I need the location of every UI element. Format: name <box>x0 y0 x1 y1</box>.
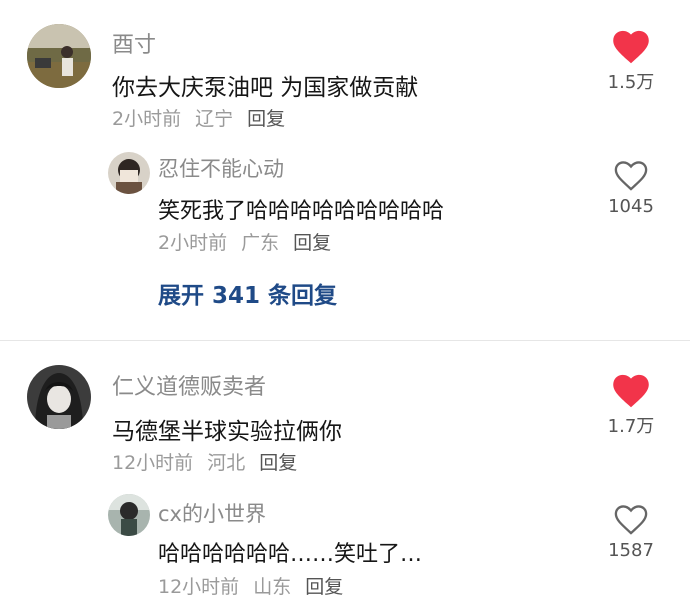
reply-button[interactable]: 回复 <box>293 232 331 254</box>
comment-username[interactable]: 仁义道德贩卖者 <box>112 369 266 401</box>
like-button[interactable]: 1045 <box>586 160 676 217</box>
comment-username[interactable]: 酉寸 <box>112 27 156 59</box>
reply-button[interactable]: 回复 <box>259 452 297 474</box>
reply-button[interactable]: 回复 <box>247 108 285 130</box>
comment-item: 酉寸 你去大庆泵油吧 为国家做贡献 2小时前 辽宁 回复 1.5万 <box>0 0 690 140</box>
comment-location: 辽宁 <box>195 108 234 130</box>
like-count: 1587 <box>608 540 654 561</box>
comment-item: 仁义道德贩卖者 马德堡半球实验拉俩你 12小时前 河北 回复 1.7万 <box>0 340 690 480</box>
comment-meta: 2小时前 辽宁 回复 <box>112 104 285 131</box>
comment-text: 马德堡半球实验拉俩你 <box>112 419 342 445</box>
reply-meta: 12小时前 山东 回复 <box>158 572 343 599</box>
heart-outline-icon <box>614 505 648 535</box>
like-button[interactable]: 1587 <box>586 504 676 561</box>
reply-username[interactable]: cx的小世界 <box>158 498 266 528</box>
comment-location: 河北 <box>207 452 246 474</box>
avatar[interactable] <box>27 24 91 88</box>
reply-time: 2小时前 <box>158 232 228 254</box>
like-count: 1045 <box>608 196 654 217</box>
comment-time: 2小时前 <box>112 108 182 130</box>
comment-text: 你去大庆泵油吧 为国家做贡献 <box>112 75 419 101</box>
avatar[interactable] <box>108 494 150 536</box>
reply-username[interactable]: 忍住不能心动 <box>158 153 284 183</box>
heart-filled-icon <box>613 30 649 64</box>
like-count: 1.5万 <box>607 72 655 93</box>
reply-item: cx的小世界 哈哈哈哈哈哈……笑吐了… 12小时前 山东 回复 1587 <box>0 482 690 614</box>
like-button[interactable]: 1.5万 <box>586 30 676 94</box>
comment-meta: 12小时前 河北 回复 <box>112 448 297 475</box>
reply-time: 12小时前 <box>158 576 240 598</box>
reply-location: 山东 <box>253 576 292 598</box>
heart-outline-icon <box>614 161 648 191</box>
reply-button[interactable]: 回复 <box>305 576 343 598</box>
like-button[interactable]: 1.7万 <box>586 374 676 438</box>
avatar[interactable] <box>108 152 150 194</box>
expand-replies-button[interactable]: 展开 341 条回复 <box>158 276 337 310</box>
heart-filled-icon <box>613 374 649 408</box>
avatar[interactable] <box>27 365 91 429</box>
reply-text: 哈哈哈哈哈哈……笑吐了… <box>158 542 423 567</box>
like-count: 1.7万 <box>607 416 655 437</box>
reply-location: 广东 <box>241 232 280 254</box>
reply-text: 笑死我了哈哈哈哈哈哈哈哈哈 <box>158 199 445 224</box>
reply-item: 忍住不能心动 笑死我了哈哈哈哈哈哈哈哈哈 2小时前 广东 回复 1045 <box>0 140 690 270</box>
comment-time: 12小时前 <box>112 452 194 474</box>
reply-meta: 2小时前 广东 回复 <box>158 228 331 255</box>
